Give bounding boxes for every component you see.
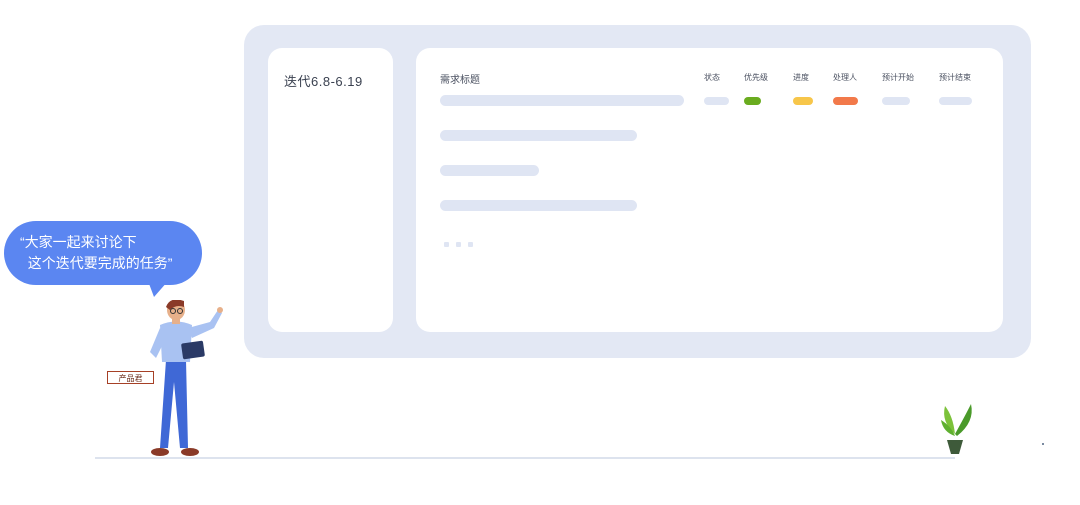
left-shoe (151, 448, 169, 456)
column-header-progress: 进度 (793, 73, 809, 82)
more-dot (468, 242, 473, 247)
assignee-pill (833, 97, 858, 105)
requirement-row-placeholder[interactable] (440, 95, 684, 106)
plant-icon (941, 404, 972, 454)
column-header-status: 状态 (704, 73, 720, 82)
column-header-assignee: 处理人 (833, 73, 857, 82)
pointing-hand (217, 307, 223, 313)
right-arm (188, 310, 222, 338)
column-header-title: 需求标题 (440, 75, 480, 86)
column-header-priority: 优先级 (744, 73, 768, 82)
right-shoe (181, 448, 199, 456)
column-header-planned-start: 预计开始 (882, 73, 914, 82)
tablet-icon (181, 340, 205, 360)
pants (160, 360, 188, 448)
column-header-planned-end: 预计结束 (939, 73, 971, 82)
pot (947, 440, 963, 454)
iteration-sidebar: 迭代6.8-6.19 (268, 48, 393, 332)
speech-bubble: “大家一起来讨论下 这个迭代要完成的任务” (4, 221, 202, 285)
planned-start-pill (882, 97, 910, 105)
iteration-board: 迭代6.8-6.19 需求标题 状态 优先级 进度 处理人 预计开始 预计结束 (244, 25, 1031, 358)
requirement-row-placeholder[interactable] (440, 165, 539, 176)
leaf (955, 404, 972, 436)
requirement-table: 需求标题 状态 优先级 进度 处理人 预计开始 预计结束 (416, 48, 1003, 332)
priority-pill (744, 97, 761, 105)
decorative-dot (1042, 443, 1044, 445)
requirement-row-placeholder[interactable] (440, 200, 637, 211)
role-badge: 产品君 (107, 371, 154, 384)
speech-bubble-text: “大家一起来讨论下 这个迭代要完成的任务” (20, 234, 173, 271)
planned-end-pill (939, 97, 972, 105)
speech-bubble-tail (148, 281, 168, 297)
iteration-title[interactable]: 迭代6.8-6.19 (284, 71, 363, 90)
progress-pill (793, 97, 813, 105)
status-pill (704, 97, 729, 105)
more-dot (444, 242, 449, 247)
more-dot (456, 242, 461, 247)
requirement-row-placeholder[interactable] (440, 130, 637, 141)
